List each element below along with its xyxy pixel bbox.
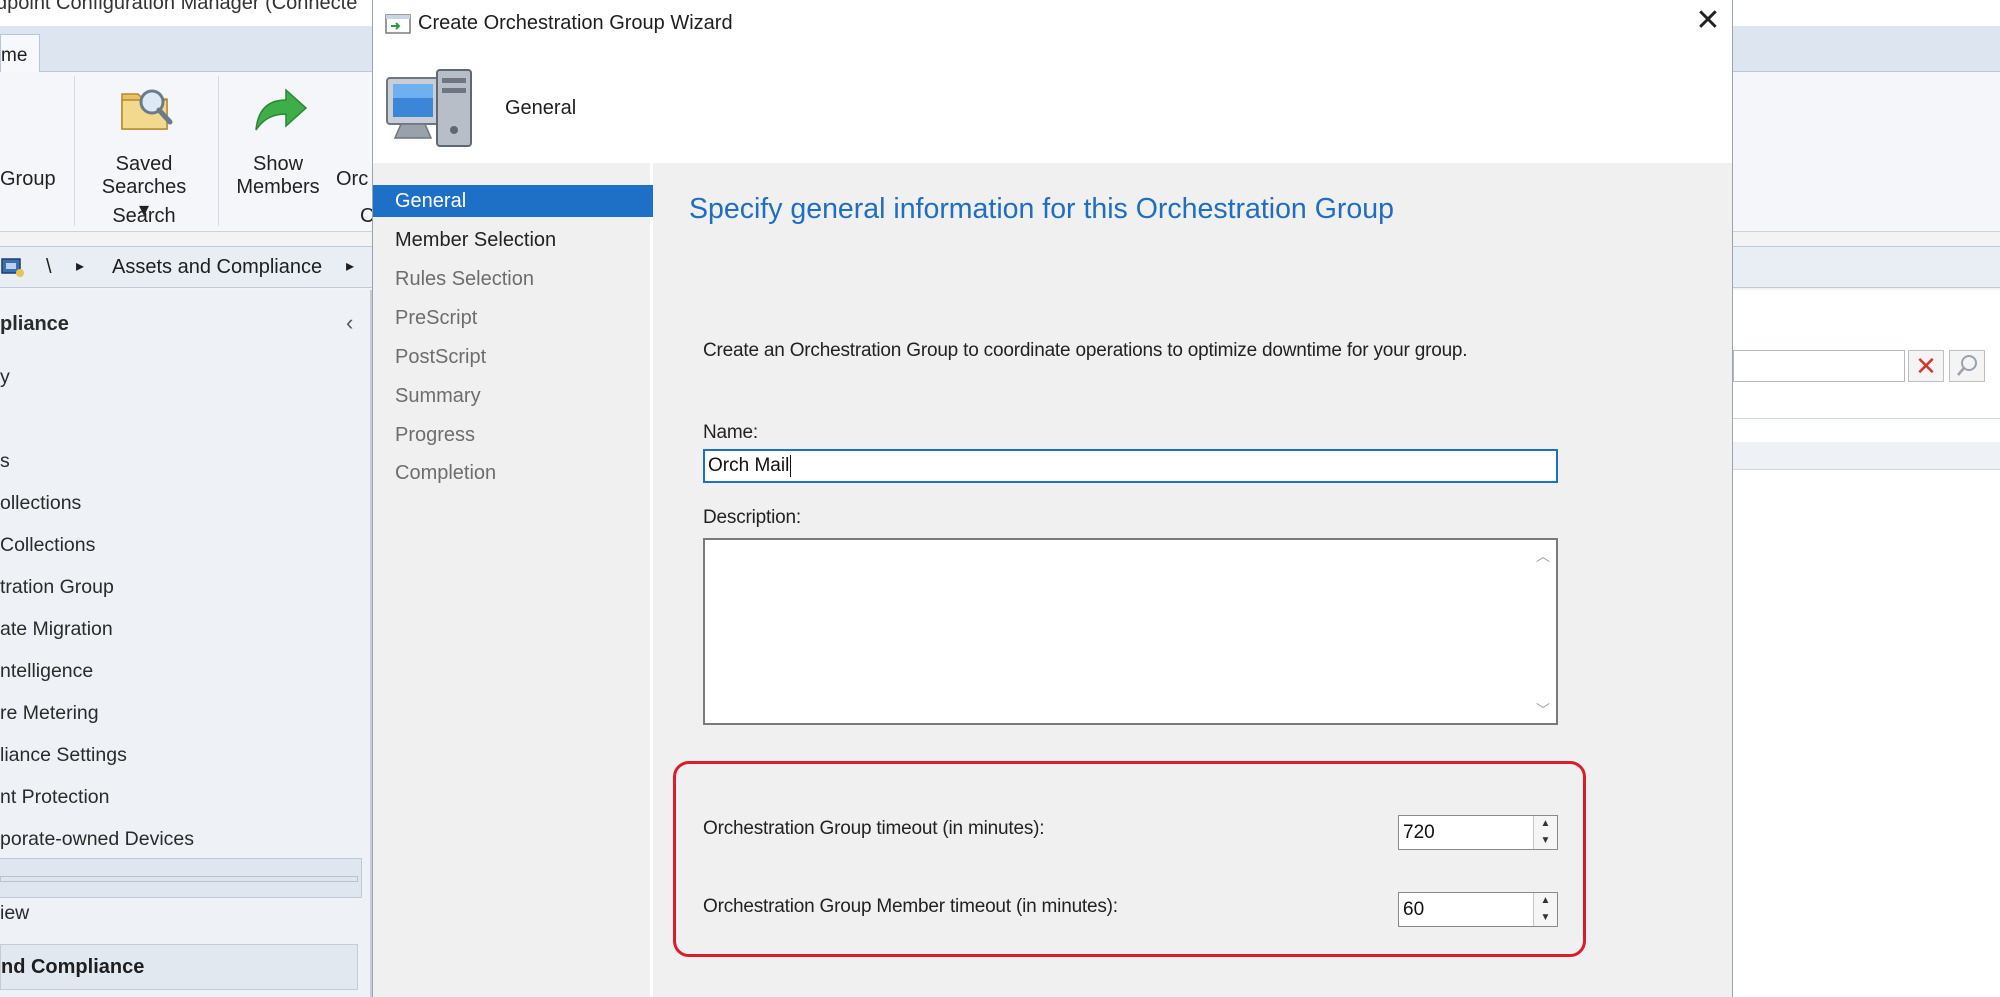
group-timeout-label: Orchestration Group timeout (in minutes)… <box>703 818 1045 839</box>
step-summary[interactable]: Summary <box>373 380 653 412</box>
show-members-button[interactable]: Show Members <box>230 86 326 198</box>
orchestration-button-fragment[interactable]: Orc <box>336 168 368 191</box>
group-button-label[interactable]: Group <box>0 168 56 191</box>
wizard-body: General Member Selection Rules Selection… <box>373 163 1732 997</box>
nav-item[interactable]: porate-owned Devices <box>0 828 194 851</box>
intro-text: Create an Orchestration Group to coordin… <box>703 340 1468 361</box>
show-members-label-2: Members <box>236 176 320 198</box>
group-timeout-stepper[interactable]: 720 ▲ ▼ <box>1398 815 1558 850</box>
member-timeout-label: Orchestration Group Member timeout (in m… <box>703 896 1118 917</box>
page-heading: Specify general information for this Orc… <box>689 193 1394 225</box>
address-crumb-assets[interactable]: Assets and Compliance <box>112 256 322 279</box>
navigation-pane: pliance ‹ y s ollections Collections tra… <box>0 290 370 997</box>
spin-down-icon[interactable]: ▼ <box>1534 833 1557 849</box>
nav-item[interactable]: liance Settings <box>0 744 127 767</box>
nav-splitter[interactable] <box>0 876 358 882</box>
spin-up-icon[interactable]: ▲ <box>1534 893 1557 909</box>
nav-item[interactable]: Collections <box>0 534 95 557</box>
nav-item[interactable]: nt Protection <box>0 786 109 809</box>
wizard-steps-pane: General Member Selection Rules Selection… <box>373 163 653 997</box>
member-timeout-value: 60 <box>1403 899 1425 920</box>
nav-item-orchestration-group[interactable]: tration Group <box>0 576 114 599</box>
step-rules-selection[interactable]: Rules Selection <box>373 263 653 295</box>
nav-item[interactable]: ate Migration <box>0 618 113 641</box>
address-root[interactable]: \ <box>46 256 52 279</box>
saved-searches-icon <box>121 89 173 130</box>
group-timeout-spin: ▲ ▼ <box>1533 816 1557 849</box>
nav-item[interactable]: re Metering <box>0 702 99 725</box>
nav-item[interactable]: ntelligence <box>0 660 93 683</box>
nav-workspace-label: nd Compliance <box>1 956 145 978</box>
column-header-row <box>1733 442 2000 470</box>
show-members-label-1: Show <box>252 153 304 175</box>
address-separator[interactable]: ▸ <box>76 256 84 276</box>
group-timeout-value: 720 <box>1403 822 1435 843</box>
search-group-label: Search <box>112 205 176 227</box>
clear-search-icon[interactable]: ✕ <box>1908 350 1944 382</box>
search-icon[interactable] <box>1949 350 1985 382</box>
close-icon[interactable]: ✕ <box>1690 6 1726 38</box>
spin-up-icon[interactable]: ▲ <box>1534 816 1557 832</box>
address-separator[interactable]: ▸ <box>346 256 354 276</box>
description-scrollbar[interactable]: ︿ ﹀ <box>1530 540 1556 723</box>
scroll-down-icon[interactable]: ﹀ <box>1536 700 1550 720</box>
member-timeout-stepper[interactable]: 60 ▲ ▼ <box>1398 892 1558 927</box>
description-label: Description: <box>703 507 801 528</box>
list-divider <box>1733 418 2000 419</box>
app-title: dpoint Configuration Manager (Connecte <box>0 0 358 14</box>
computer-icon <box>386 69 472 147</box>
dialog-title: Create Orchestration Group Wizard <box>418 12 733 34</box>
spin-down-icon[interactable]: ▼ <box>1534 910 1557 926</box>
nav-workspace-item[interactable]: iew <box>0 902 29 925</box>
nav-item[interactable]: s <box>0 450 10 473</box>
step-progress[interactable]: Progress <box>373 419 653 451</box>
step-prescript[interactable]: PreScript <box>373 302 653 334</box>
nav-item[interactable]: ollections <box>0 492 81 515</box>
nav-header: pliance <box>0 313 69 335</box>
wizard-dialog: Create Orchestration Group Wizard ✕ Gene… <box>372 0 1733 997</box>
name-input-value: Orch Mail <box>708 455 790 477</box>
saved-searches-button[interactable]: Saved Searches ▾ <box>94 80 194 221</box>
console-root-icon <box>1 258 24 277</box>
collapse-pane-icon[interactable]: ‹ <box>346 310 353 336</box>
wizard-header-page-label: General <box>505 97 577 119</box>
green-arrow-icon <box>255 88 308 131</box>
description-textarea[interactable]: ︿ ﹀ <box>703 538 1558 725</box>
text-caret <box>790 455 792 477</box>
home-tab[interactable]: me <box>0 34 40 73</box>
step-postscript[interactable]: PostScript <box>373 341 653 373</box>
nav-workspace-section[interactable]: nd Compliance <box>0 944 358 990</box>
nav-item[interactable]: y <box>0 366 10 389</box>
ribbon-divider <box>74 76 75 226</box>
name-input[interactable]: Orch Mail <box>703 449 1558 483</box>
scroll-up-icon[interactable]: ︿ <box>1536 546 1550 566</box>
step-completion[interactable]: Completion <box>373 457 653 489</box>
saved-searches-label-1: Saved <box>115 153 173 175</box>
timeout-highlight-annotation <box>673 761 1586 957</box>
step-general[interactable]: General <box>373 185 653 217</box>
step-member-selection[interactable]: Member Selection <box>373 224 653 256</box>
wizard-window-icon <box>385 14 411 34</box>
name-label: Name: <box>703 422 758 443</box>
search-input[interactable] <box>1733 350 1905 382</box>
member-timeout-spin: ▲ ▼ <box>1533 893 1557 926</box>
ribbon-divider <box>218 76 219 226</box>
results-pane: ✕ <box>1733 290 2000 997</box>
